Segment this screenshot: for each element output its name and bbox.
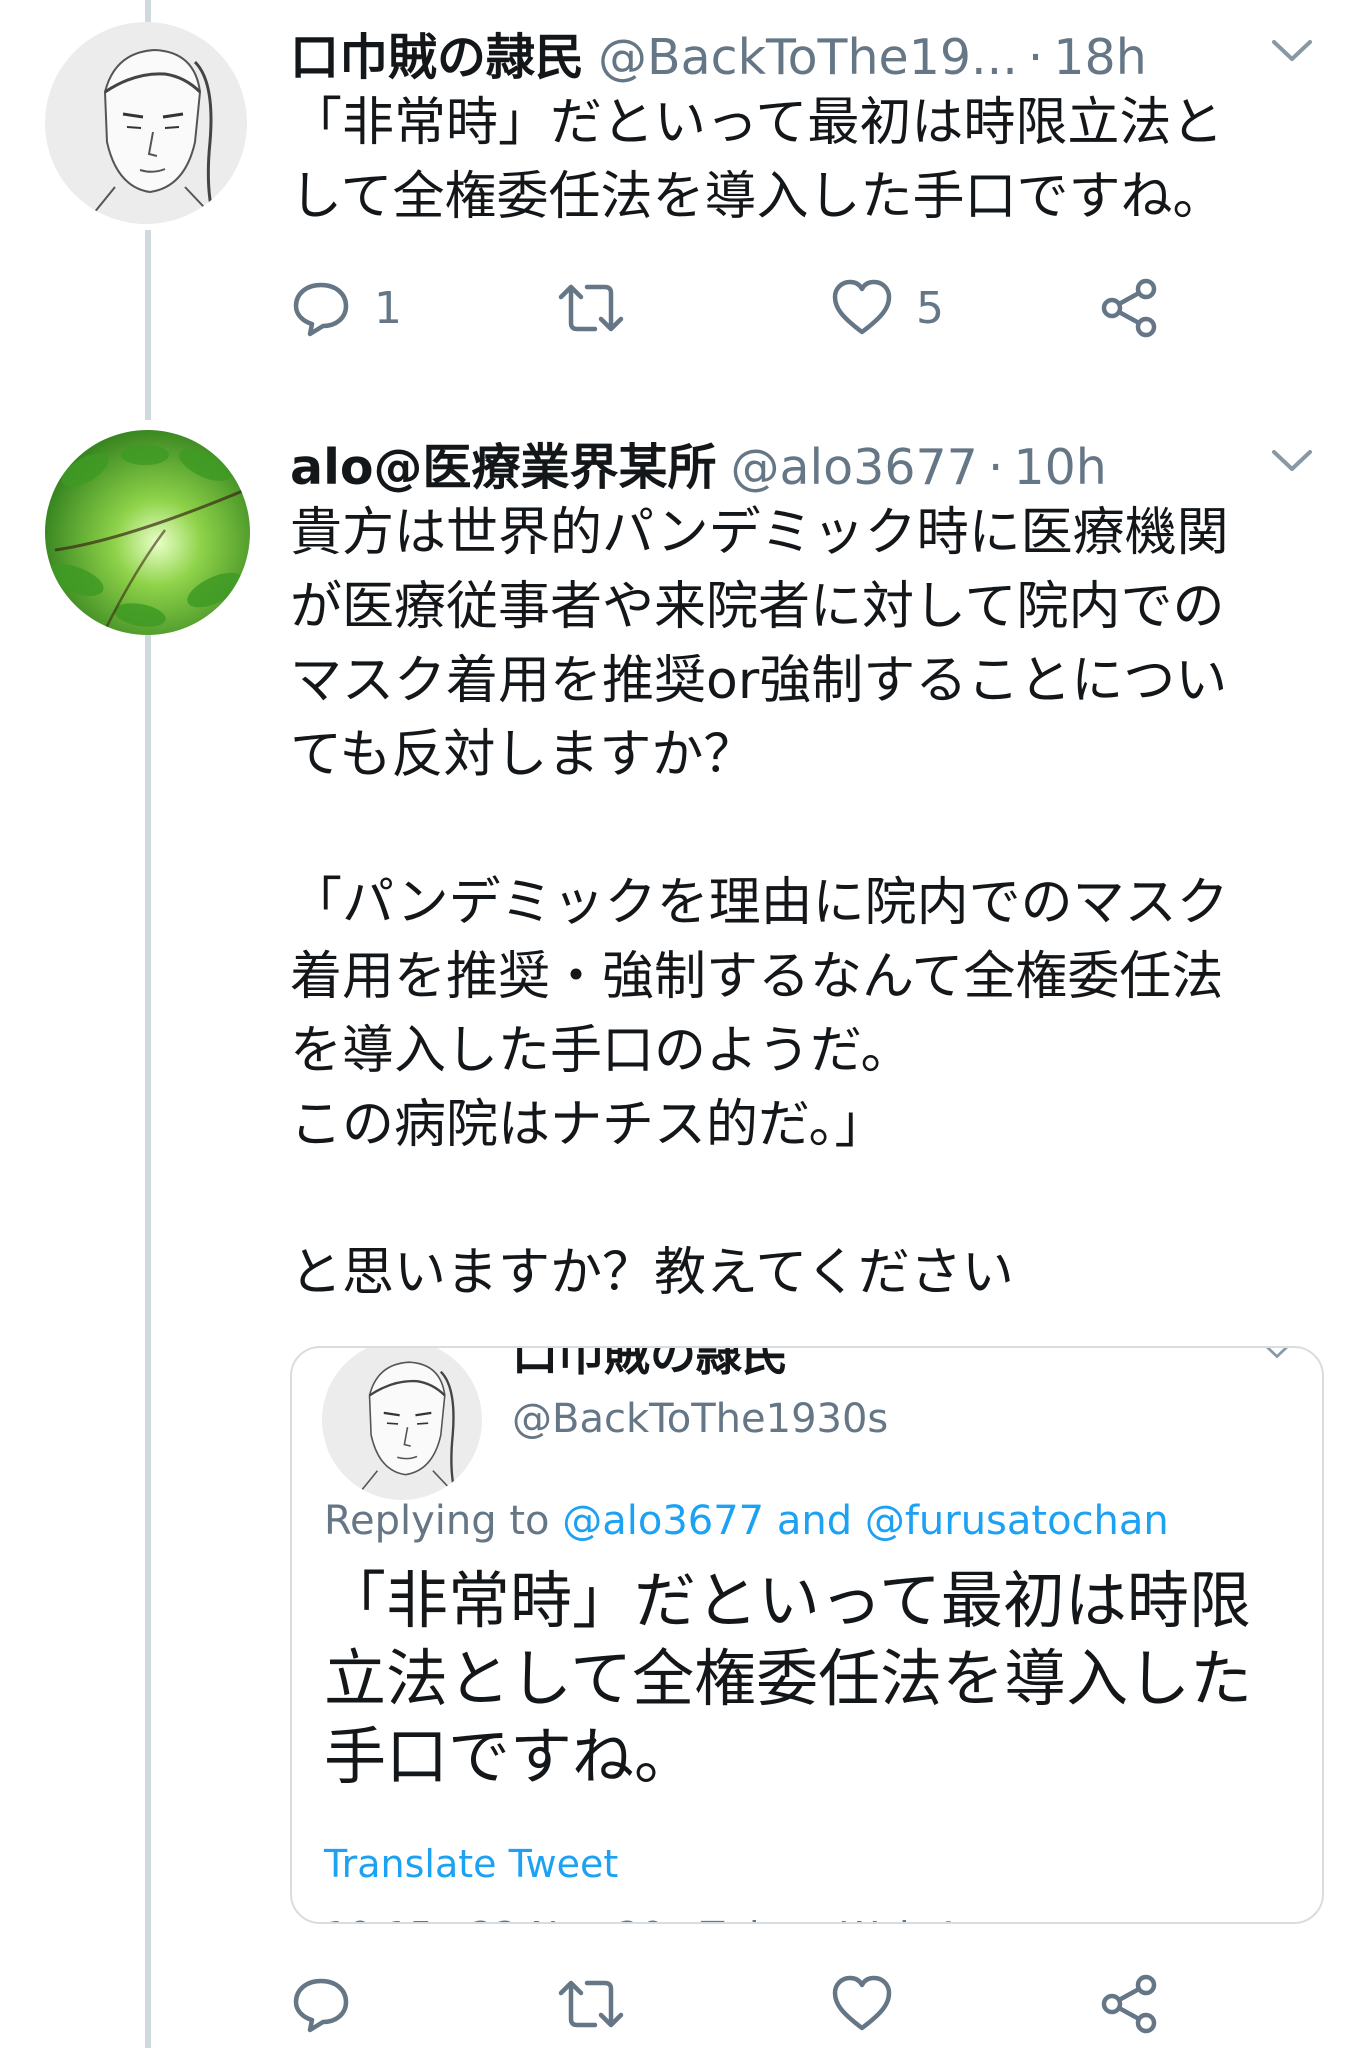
reply-icon [290, 1973, 352, 2035]
quoted-tweet-footer: 10:15 · 22 Nov 20 · Twitter Web A [324, 1914, 961, 1922]
replying-to: Replying to @alo3677 and @furusatochan [324, 1498, 1169, 1544]
tweet-actions: 1 5 [290, 268, 1290, 348]
replying-prefix: Replying to [324, 1498, 563, 1544]
user-handle[interactable]: @alo3677 [731, 439, 978, 496]
quoted-tweet-text: 「非常時」だといって最初は時限 立法として全権委任法を導入した 手口ですね。 [324, 1564, 1253, 1793]
share-button[interactable] [1098, 268, 1162, 348]
retweet-button[interactable] [555, 268, 649, 348]
quoted-tweet[interactable]: 口巾賊の隷民 @BackToThe1930s Replying to @alo3… [290, 1346, 1324, 1924]
separator-dot: · [1027, 29, 1044, 86]
avatar[interactable] [45, 22, 247, 224]
quoted-avatar [322, 1348, 482, 1500]
replying-and: and [764, 1498, 865, 1544]
tweet-header: 口巾賊の隷民 @BackToThe19... · 18h [290, 18, 1147, 86]
reply-count: 1 [374, 282, 402, 334]
like-button[interactable] [830, 1964, 916, 2044]
tweet-header: alo@医療業界某所 @alo3677 · 10h [290, 428, 1107, 496]
share-button[interactable] [1098, 1964, 1162, 2044]
user-handle[interactable]: @BackToThe19... [598, 29, 1018, 86]
like-count: 5 [916, 282, 944, 334]
share-icon [1098, 277, 1162, 339]
heart-icon [830, 277, 894, 339]
reply-button[interactable] [290, 1964, 374, 2044]
like-button[interactable]: 5 [830, 268, 944, 348]
display-name[interactable]: 口巾賊の隷民 [290, 18, 584, 89]
retweet-icon [555, 1973, 627, 2035]
chevron-down-icon[interactable] [1270, 38, 1314, 68]
display-name[interactable]: alo@医療業界某所 [290, 428, 717, 499]
tweet-text: 貴方は世界的パンデミック時に医療機関 が医療従事者や来院者に対して院内での マス… [290, 503, 1229, 1303]
tweet-text: 「非常時」だといって最初は時限立法と して全権委任法を導入した手口ですね。 [290, 93, 1225, 227]
timestamp[interactable]: 18h [1053, 29, 1146, 86]
retweet-icon [555, 277, 627, 339]
avatar[interactable] [45, 430, 250, 635]
tweet-actions [290, 1964, 1290, 2044]
heart-icon [830, 1973, 894, 2035]
chevron-down-icon[interactable] [1262, 1348, 1292, 1364]
translate-tweet-link[interactable]: Translate Tweet [324, 1842, 618, 1886]
reply-button[interactable]: 1 [290, 268, 402, 348]
mention-link[interactable]: @furusatochan [865, 1498, 1169, 1544]
thread-line-middle [145, 230, 151, 420]
mention-link[interactable]: @alo3677 [562, 1498, 764, 1544]
quoted-display-name: 口巾賊の隷民 [512, 1346, 788, 1381]
thread-line-bottom [145, 635, 151, 2048]
chevron-down-icon[interactable] [1270, 448, 1314, 478]
quoted-user-handle: @BackToThe1930s [512, 1396, 889, 1442]
separator-dot: · [987, 439, 1004, 496]
reply-icon [290, 277, 352, 339]
share-icon [1098, 1973, 1162, 2035]
timestamp[interactable]: 10h [1013, 439, 1106, 496]
retweet-button[interactable] [555, 1964, 649, 2044]
